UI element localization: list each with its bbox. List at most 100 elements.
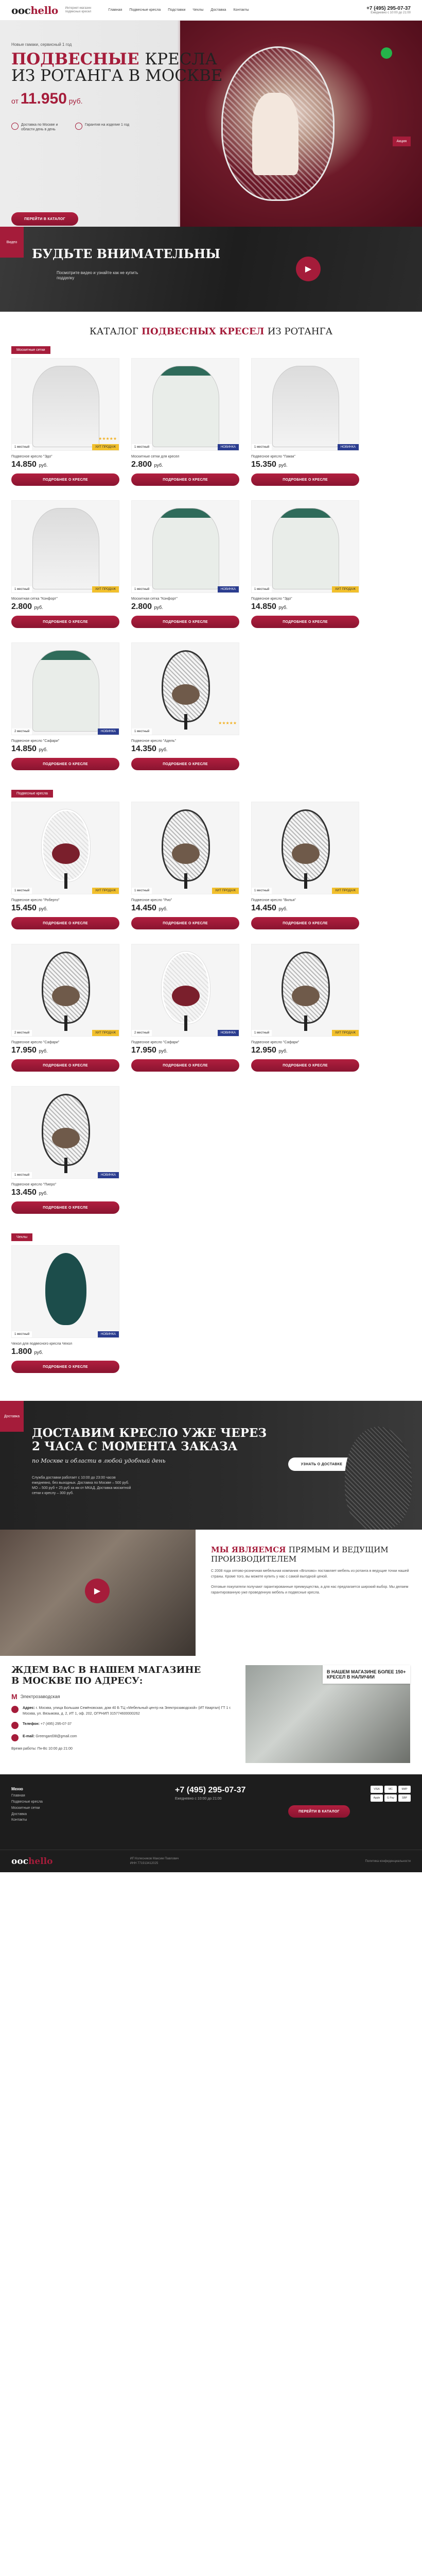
product-card[interactable]: 2 местный НОВИНКА Подвесное кресло "Сафари…	[131, 944, 239, 1072]
product-card[interactable]: 2 местный ХИТ ПРОДАЖ Подвесное кресло "Саф…	[11, 944, 119, 1072]
product-card[interactable]: ★★★★★ 1 местный Подвесное кресло "Адель" 14…	[131, 642, 239, 770]
product-image	[32, 366, 99, 447]
play-icon[interactable]: ▶	[296, 257, 321, 281]
product-details-button[interactable]: Подробнее о кресле	[11, 1201, 119, 1214]
footer-phone[interactable]: +7 (495) 295-07-37	[175, 1786, 245, 1795]
footer-catalog-button[interactable]: Перейти в каталог	[288, 1805, 350, 1818]
product-name[interactable]: Подвесное кресло "Сафари"	[251, 1041, 359, 1044]
product-price: 2.800 руб.	[131, 602, 163, 611]
header-phone-box: +7 (495) 295-07-37 Ежедневно с 10:00 до …	[366, 6, 411, 14]
product-name[interactable]: Подвесное кресло "Адель"	[131, 739, 239, 743]
product-card[interactable]: 1 местный ХИТ ПРОДАЖ Подвесное кресло "Вил…	[251, 802, 359, 929]
store-email[interactable]: E-mail: Greengard38@gmail.com	[11, 1734, 233, 1741]
product-card[interactable]: 1 местный НОВИНКА Подвесное кресло "Гамак"…	[251, 358, 359, 486]
product-image-box[interactable]: 1 местный ХИТ ПРОДАЖ	[251, 500, 359, 593]
nav-item[interactable]: Подставки	[168, 8, 185, 12]
footer-logo[interactable]: oochello	[11, 1856, 52, 1867]
footer-menu-item[interactable]: Контакты	[11, 1817, 43, 1823]
product-name[interactable]: Подвесное кресло "Сафари"	[11, 1041, 119, 1044]
privacy-link[interactable]: Политика конфиденциальности	[365, 1860, 411, 1863]
product-image-box[interactable]: 2 местный ХИТ ПРОДАЖ	[11, 944, 119, 1037]
footer-menu-item[interactable]: Доставка	[11, 1811, 43, 1818]
product-details-button[interactable]: Подробнее о кресле	[131, 1059, 239, 1072]
nav-item[interactable]: Чехлы	[192, 8, 203, 12]
store-hours: Время работы: Пн-Вс 10:00 до 21:00	[11, 1747, 73, 1751]
product-details-button[interactable]: Подробнее о кресле	[251, 616, 359, 628]
hero-side-tab[interactable]: Акция	[392, 137, 411, 146]
badges: 2 местный НОВИНКА	[132, 1028, 239, 1036]
product-name[interactable]: Подвесное кресло "Гамак"	[251, 455, 359, 459]
product-name[interactable]: Подвесное кресло "Эдо"	[251, 597, 359, 601]
footer-menu-item[interactable]: Москитные сетки	[11, 1805, 43, 1811]
header-phone[interactable]: +7 (495) 295-07-37	[366, 6, 411, 11]
product-name[interactable]: Чехол для подвесного кресла Чехол	[11, 1342, 119, 1346]
product-image-box[interactable]: 1 местный НОВИНКА	[11, 1245, 119, 1338]
product-image-box[interactable]: ★★★★★ 1 местный ХИТ ПРОДАЖ	[11, 358, 119, 451]
product-card[interactable]: 1 местный ХИТ ПРОДАЖ Подвесное кресло "Рио…	[131, 802, 239, 929]
nav-item[interactable]: Доставка	[210, 8, 226, 12]
product-name[interactable]: Подвесное кресло "Роберто"	[11, 899, 119, 902]
product-details-button[interactable]: Подробнее о кресле	[131, 758, 239, 770]
product-image-box[interactable]: 1 местный НОВИНКА	[11, 1086, 119, 1179]
product-card[interactable]: 1 местный ХИТ ПРОДАЖ Москитная сетка "Конф…	[11, 500, 119, 628]
product-image-box[interactable]: 1 местный ХИТ ПРОДАЖ	[251, 802, 359, 894]
product-card[interactable]: 1 местный ХИТ ПРОДАЖ Подвесное кресло "Роб…	[11, 802, 119, 929]
nav-item[interactable]: Контакты	[233, 8, 249, 12]
product-card[interactable]: ★★★★★ 1 местный ХИТ ПРОДАЖ Подвесное кресло…	[11, 358, 119, 486]
product-details-button[interactable]: Подробнее о кресле	[131, 616, 239, 628]
category-label: Чехлы	[11, 1233, 33, 1241]
product-card[interactable]: 2 местный НОВИНКА Подвесное кресло "Сафари…	[11, 642, 119, 770]
product-image-box[interactable]: 1 местный НОВИНКА	[131, 358, 239, 451]
product-price: 12.950 руб.	[251, 1046, 288, 1055]
product-name[interactable]: Подвесное кресло "Сафари"	[131, 1041, 239, 1044]
footer-menu-item[interactable]: Подвесные кресла	[11, 1799, 43, 1805]
product-details-button[interactable]: Подробнее о кресле	[11, 616, 119, 628]
payment-icon: Apple	[371, 1794, 383, 1802]
product-name[interactable]: Подвесное кресло "Сафари"	[11, 739, 119, 743]
product-card[interactable]: 1 местный ХИТ ПРОДАЖ Подвесное кресло "Эдо…	[251, 500, 359, 628]
product-details-button[interactable]: Подробнее о кресле	[11, 1361, 119, 1373]
product-name[interactable]: Москитная сетка "Конфорт"	[131, 597, 239, 601]
product-image-box[interactable]: ★★★★★ 1 местный	[131, 642, 239, 735]
status-badge: ХИТ ПРОДАЖ	[92, 444, 119, 450]
product-card[interactable]: 1 местный НОВИНКА Москитная сетка "Конфорт…	[131, 500, 239, 628]
hero-features: Доставка по Москве и области день в день…	[11, 123, 132, 132]
product-name[interactable]: Подвесное кресло "Вилья"	[251, 899, 359, 902]
product-image-box[interactable]: 2 местный НОВИНКА	[11, 642, 119, 735]
product-details-button[interactable]: Подробнее о кресле	[11, 917, 119, 929]
hero-catalog-button[interactable]: Перейти в каталог	[11, 212, 78, 226]
footer-menu-item[interactable]: Главная	[11, 1793, 43, 1799]
product-card[interactable]: 1 местный НОВИНКА Чехол для подвесного кре…	[11, 1245, 119, 1373]
product-image-box[interactable]: 2 местный НОВИНКА	[131, 944, 239, 1037]
status-badge: ХИТ ПРОДАЖ	[92, 1030, 119, 1036]
product-card[interactable]: 1 местный НОВИНКА Москитные сетки для крес…	[131, 358, 239, 486]
whatsapp-icon[interactable]	[381, 47, 392, 59]
nav-item[interactable]: Подвесные кресла	[129, 8, 161, 12]
product-details-button[interactable]: Подробнее о кресле	[131, 473, 239, 486]
product-details-button[interactable]: Подробнее о кресле	[11, 473, 119, 486]
product-details-button[interactable]: Подробнее о кресле	[251, 473, 359, 486]
store-phone[interactable]: Телефон: +7 (495) 295-07-37	[11, 1721, 233, 1729]
logo[interactable]: oochello	[11, 4, 58, 16]
product-details-button[interactable]: Подробнее о кресле	[251, 917, 359, 929]
product-image-box[interactable]: 1 местный ХИТ ПРОДАЖ	[11, 802, 119, 894]
seats-badge: 2 местный	[132, 1030, 152, 1036]
product-image-box[interactable]: 1 местный ХИТ ПРОДАЖ	[131, 802, 239, 894]
product-name[interactable]: Подвесное кресло "Пиеро"	[11, 1183, 119, 1187]
play-icon[interactable]: ▶	[85, 1579, 110, 1603]
product-name[interactable]: Подвесное кресло "Рио"	[131, 899, 239, 902]
product-card[interactable]: 1 местный НОВИНКА Подвесное кресло "Пиеро"…	[11, 1086, 119, 1214]
product-details-button[interactable]: Подробнее о кресле	[11, 1059, 119, 1072]
product-details-button[interactable]: Подробнее о кресле	[11, 758, 119, 770]
product-name[interactable]: Подвесное кресло "Эдо"	[11, 455, 119, 459]
nav-item[interactable]: Главная	[109, 8, 122, 12]
product-image-box[interactable]: 1 местный ХИТ ПРОДАЖ	[11, 500, 119, 593]
product-image-box[interactable]: 1 местный НОВИНКА	[131, 500, 239, 593]
product-name[interactable]: Москитная сетка "Конфорт"	[11, 597, 119, 601]
product-image-box[interactable]: 1 местный ХИТ ПРОДАЖ	[251, 944, 359, 1037]
product-details-button[interactable]: Подробнее о кресле	[131, 917, 239, 929]
product-card[interactable]: 1 местный ХИТ ПРОДАЖ Подвесное кресло "Саф…	[251, 944, 359, 1072]
product-name[interactable]: Москитные сетки для кресел	[131, 455, 239, 459]
product-image-box[interactable]: 1 местный НОВИНКА	[251, 358, 359, 451]
product-details-button[interactable]: Подробнее о кресле	[251, 1059, 359, 1072]
